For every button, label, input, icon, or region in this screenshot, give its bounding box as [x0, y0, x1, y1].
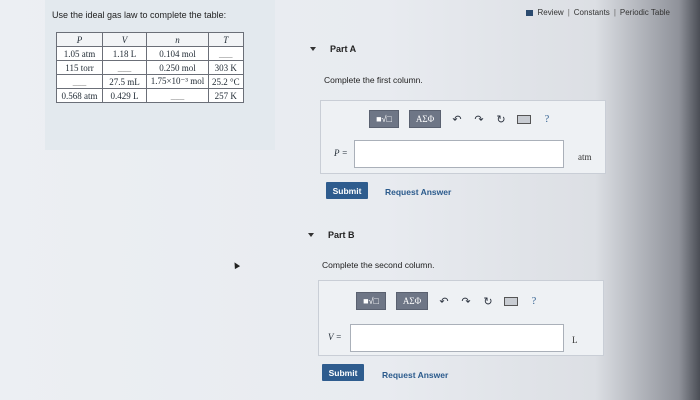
part-b-unit: L — [572, 335, 578, 345]
reset-icon[interactable]: ↻ — [495, 113, 507, 126]
review-icon — [526, 9, 534, 16]
part-a-submit-button[interactable]: Submit — [326, 182, 368, 199]
cell: 0.568 atm — [56, 88, 103, 103]
table-row: 115 torr ___ 0.250 mol 303 K — [56, 60, 244, 75]
separator: | — [613, 8, 616, 17]
cell: 303 K — [208, 60, 244, 75]
part-a-unit: atm — [578, 152, 592, 162]
keyboard-icon[interactable] — [517, 114, 531, 124]
part-b-request-answer-link[interactable]: Request Answer — [382, 370, 448, 380]
part-a-header[interactable]: Part A — [310, 44, 356, 54]
cell-blank: ___ — [208, 46, 244, 61]
redo-icon[interactable]: ↷ — [473, 113, 485, 126]
mouse-cursor-icon — [231, 260, 241, 270]
table-row: 0.568 atm 0.429 L ___ 257 K — [56, 88, 244, 103]
part-a-answer-input[interactable] — [354, 140, 564, 168]
header-n: n — [146, 32, 209, 47]
constants-link[interactable]: Constants — [574, 8, 610, 17]
collapse-triangle-icon — [310, 47, 316, 51]
cell: 0.429 L — [102, 88, 147, 103]
part-b-toolbar: ■√□ ΑΣΦ ↶ ↷ ↻ ? — [356, 292, 540, 310]
cell: 1.18 L — [102, 46, 147, 61]
cell-blank: ___ — [146, 88, 209, 103]
part-a-request-answer-link[interactable]: Request Answer — [385, 187, 451, 197]
header-t: T — [208, 32, 244, 47]
undo-icon[interactable]: ↶ — [451, 113, 463, 126]
cell: 27.5 mL — [102, 74, 147, 89]
periodic-table-link[interactable]: Periodic Table — [620, 8, 670, 17]
part-a-instruction: Complete the first column. — [324, 75, 423, 85]
part-b-header[interactable]: Part B — [308, 230, 355, 240]
template-button[interactable]: ■√□ — [369, 110, 399, 128]
greek-symbols-button[interactable]: ΑΣΦ — [409, 110, 441, 128]
cell: 25.2 °C — [208, 74, 244, 89]
part-b-title: Part B — [328, 230, 355, 240]
problem-prompt: Use the ideal gas law to complete the ta… — [52, 10, 227, 20]
table-row: 1.05 atm 1.18 L 0.104 mol ___ — [56, 46, 244, 61]
header-v: V — [102, 32, 147, 47]
part-a-title: Part A — [330, 44, 357, 54]
cell: 257 K — [208, 88, 244, 103]
part-b-instruction: Complete the second column. — [322, 260, 435, 270]
table-row: ___ 27.5 mL 1.75×10⁻³ mol 25.2 °C — [56, 74, 244, 89]
cell-blank: ___ — [102, 60, 147, 75]
cell: 115 torr — [56, 60, 103, 75]
table-header-row: P V n T — [56, 32, 244, 47]
top-links: Review | Constants | Periodic Table — [526, 8, 670, 17]
review-link[interactable]: Review — [537, 8, 563, 17]
template-button[interactable]: ■√□ — [356, 292, 386, 310]
redo-icon[interactable]: ↷ — [460, 295, 472, 308]
part-a-variable-label: P = — [334, 148, 348, 158]
reset-icon[interactable]: ↻ — [482, 295, 494, 308]
separator: | — [567, 8, 570, 17]
header-p: P — [56, 32, 103, 47]
collapse-triangle-icon — [308, 233, 314, 237]
cell: 1.75×10⁻³ mol — [146, 74, 209, 89]
cell: 0.250 mol — [146, 60, 209, 75]
greek-symbols-button[interactable]: ΑΣΦ — [396, 292, 428, 310]
part-b-variable-label: V = — [328, 332, 342, 342]
cell-blank: ___ — [56, 74, 103, 89]
part-b-submit-button[interactable]: Submit — [322, 364, 364, 381]
gas-law-table: P V n T 1.05 atm 1.18 L 0.104 mol ___ 11… — [56, 32, 244, 103]
cell: 0.104 mol — [146, 46, 209, 61]
help-icon[interactable]: ? — [528, 296, 540, 307]
part-b-answer-input[interactable] — [350, 324, 564, 352]
help-icon[interactable]: ? — [541, 114, 553, 125]
undo-icon[interactable]: ↶ — [438, 295, 450, 308]
keyboard-icon[interactable] — [504, 296, 518, 306]
part-a-toolbar: ■√□ ΑΣΦ ↶ ↷ ↻ ? — [369, 110, 553, 128]
cell: 1.05 atm — [56, 46, 103, 61]
